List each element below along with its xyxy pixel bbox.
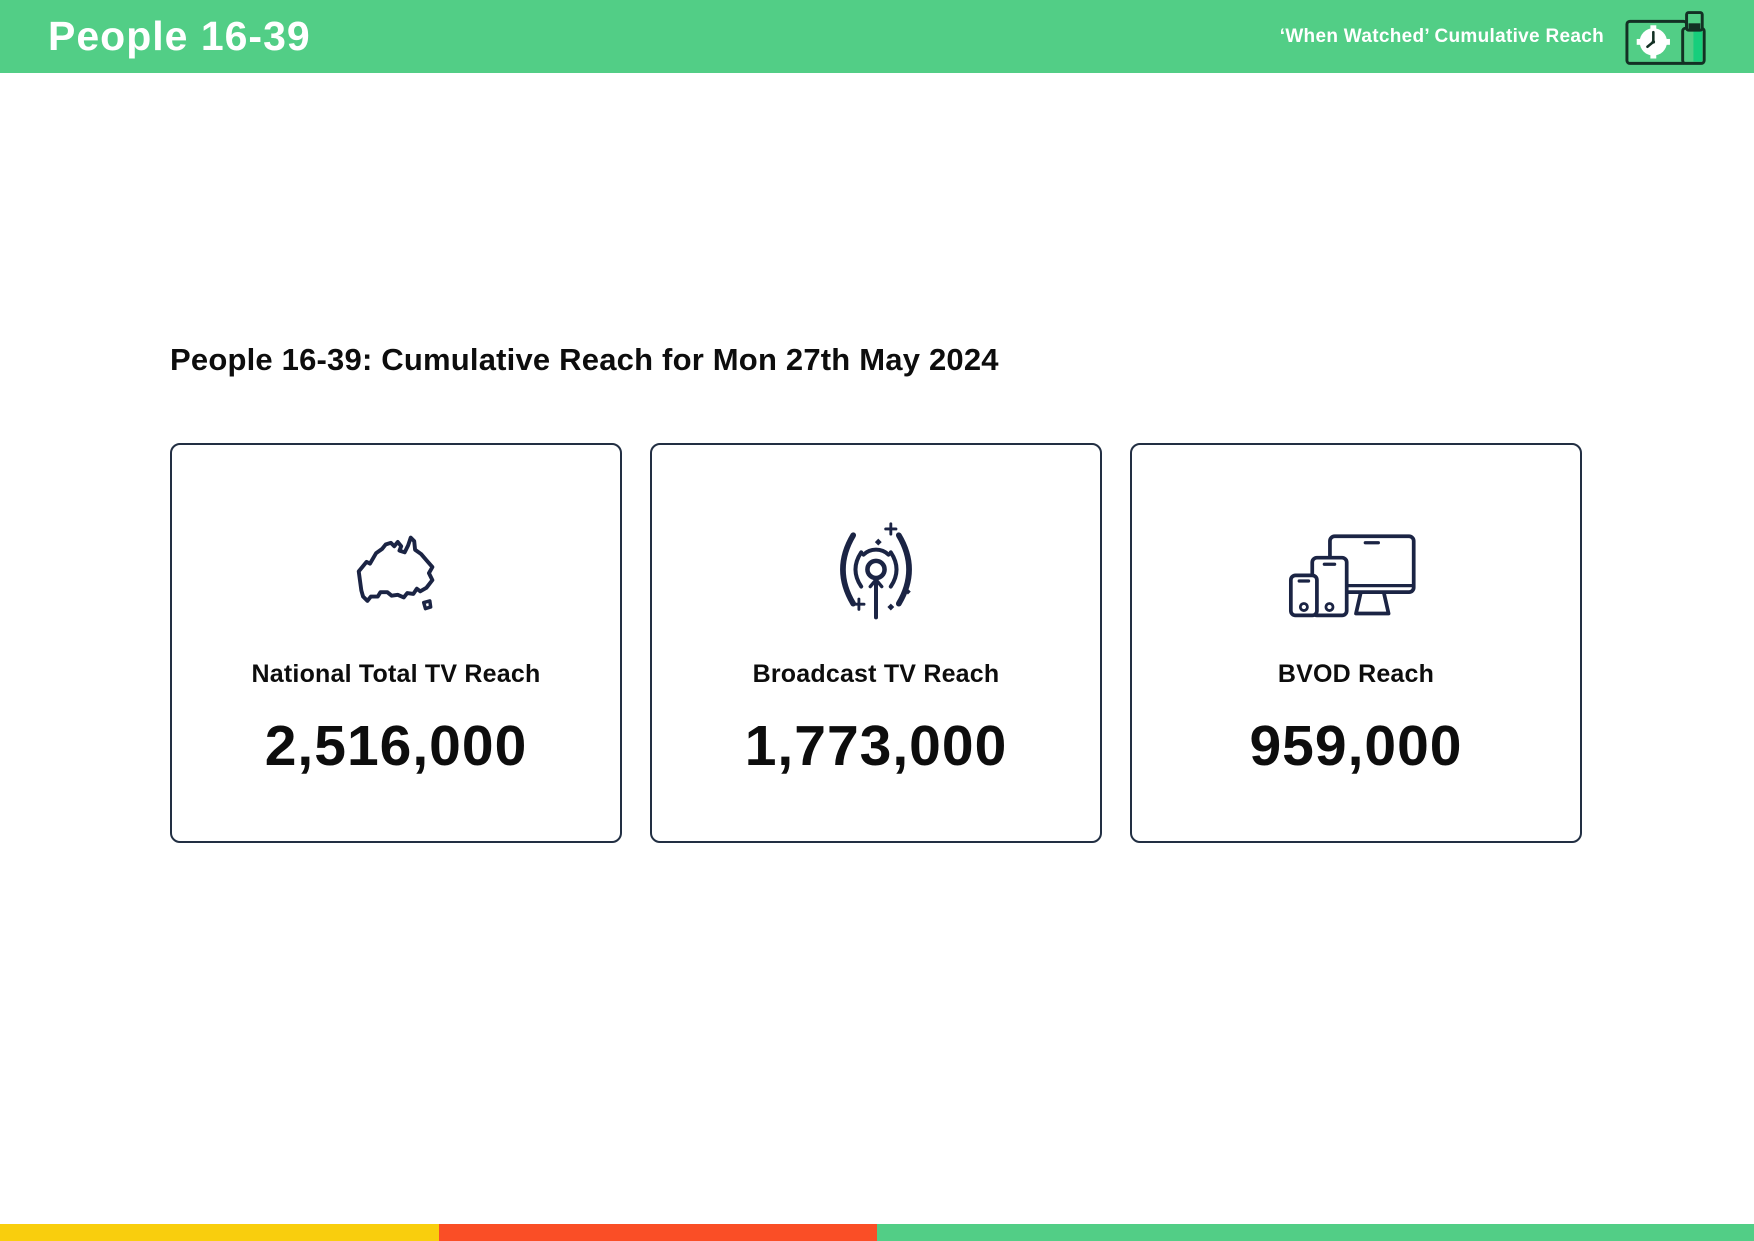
main-content: People 16-39: Cumulative Reach for Mon 2… [0, 341, 1754, 843]
footer-stripe-segment [0, 1224, 439, 1241]
clock-device-icon [1624, 6, 1712, 68]
screens-devices-icon [1286, 511, 1426, 636]
card-label: National Total TV Reach [251, 660, 541, 688]
card-broadcast-tv-reach: Broadcast TV Reach 1,773,000 [650, 443, 1102, 843]
card-label: Broadcast TV Reach [752, 660, 1000, 688]
header-right-group: ‘When Watched’ Cumulative Reach [1280, 6, 1712, 68]
footer-stripe-segment [438, 1224, 877, 1241]
section-title: People 16-39: Cumulative Reach for Mon 2… [170, 342, 999, 377]
australia-map-icon [344, 511, 448, 636]
card-value: 1,773,000 [744, 714, 1008, 778]
footer-color-stripe [0, 1224, 1754, 1241]
card-label: BVOD Reach [1277, 660, 1435, 688]
card-bvod-reach: BVOD Reach 959,000 [1130, 443, 1582, 843]
footer-stripe-segment [877, 1224, 1754, 1241]
header-bar: People 16-39 ‘When Watched’ Cumulative R… [0, 0, 1754, 73]
header-subtitle: ‘When Watched’ Cumulative Reach [1279, 25, 1604, 47]
card-value: 959,000 [1249, 714, 1463, 778]
card-value: 2,516,000 [264, 714, 528, 778]
card-national-total-tv-reach: National Total TV Reach 2,516,000 [170, 443, 622, 843]
metric-cards-row: National Total TV Reach 2,516,000 Broadc… [170, 443, 1584, 843]
broadcast-antenna-icon [819, 511, 933, 636]
page-title: People 16-39 [48, 13, 311, 59]
